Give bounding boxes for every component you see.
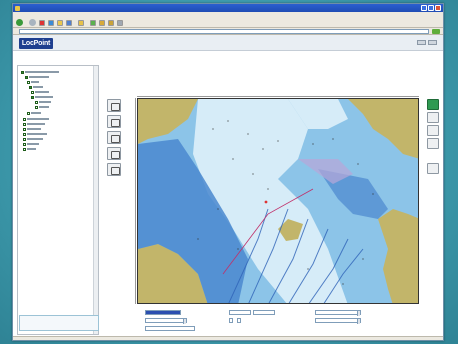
back-icon[interactable] bbox=[16, 19, 23, 26]
header-button[interactable] bbox=[417, 40, 426, 45]
form-row bbox=[313, 318, 361, 324]
print-tool-icon[interactable] bbox=[427, 163, 439, 174]
dropdown-field[interactable] bbox=[145, 318, 187, 324]
tree-item[interactable] bbox=[25, 75, 49, 79]
refresh-icon[interactable] bbox=[48, 19, 54, 26]
checkbox[interactable] bbox=[229, 318, 233, 323]
page-content: LocPoint bbox=[13, 35, 443, 340]
tree-item[interactable] bbox=[23, 122, 45, 126]
form-row bbox=[313, 310, 361, 316]
tree-item[interactable] bbox=[35, 105, 49, 109]
favorites-icon[interactable] bbox=[78, 19, 84, 26]
layer-icon bbox=[29, 85, 32, 89]
tree-item[interactable] bbox=[23, 132, 47, 136]
tree-item[interactable] bbox=[23, 147, 36, 151]
stop-icon[interactable] bbox=[39, 19, 45, 26]
form-row bbox=[143, 318, 187, 324]
go-button[interactable] bbox=[432, 28, 440, 34]
layer-icon bbox=[23, 142, 26, 146]
map-tools-right bbox=[427, 99, 439, 174]
text-field[interactable] bbox=[253, 310, 275, 315]
zoom-tool-icon[interactable] bbox=[427, 112, 439, 123]
layer-icon bbox=[23, 147, 26, 151]
sidebar-scrollbar[interactable] bbox=[93, 66, 98, 334]
tree-item[interactable] bbox=[35, 100, 51, 104]
text-field[interactable] bbox=[229, 310, 251, 315]
layer-icon bbox=[23, 132, 26, 136]
measure-tool-icon[interactable] bbox=[107, 163, 121, 176]
layer-icon bbox=[27, 80, 30, 84]
app-header: LocPoint bbox=[13, 35, 443, 51]
chevron-down-icon bbox=[357, 319, 360, 324]
legend-tool-icon[interactable] bbox=[427, 138, 439, 149]
layer-icon bbox=[23, 137, 26, 141]
tree-item[interactable] bbox=[27, 80, 39, 84]
dropdown-field[interactable] bbox=[315, 318, 361, 324]
form-row bbox=[227, 310, 275, 315]
layer-icon bbox=[31, 95, 34, 99]
media-icon[interactable] bbox=[90, 19, 96, 26]
form-row bbox=[143, 326, 195, 331]
tree-item[interactable] bbox=[29, 85, 43, 89]
layer-icon bbox=[35, 105, 38, 109]
dropdown-field[interactable] bbox=[315, 310, 361, 316]
zoom-in-tool-icon[interactable] bbox=[107, 99, 121, 112]
tree-item[interactable] bbox=[31, 95, 53, 99]
status-bar bbox=[13, 336, 443, 340]
form-row bbox=[227, 318, 243, 323]
tree-item[interactable] bbox=[23, 127, 41, 131]
tree-item[interactable] bbox=[23, 142, 39, 146]
tree-item[interactable] bbox=[31, 90, 49, 94]
window-titlebar bbox=[13, 4, 443, 12]
select-tool-icon[interactable] bbox=[107, 131, 121, 144]
header-button[interactable] bbox=[428, 40, 437, 45]
text-field[interactable] bbox=[145, 326, 195, 331]
browser-icon bbox=[15, 5, 20, 11]
chevron-down-icon bbox=[183, 319, 186, 324]
nautical-chart-map[interactable] bbox=[137, 98, 419, 304]
layer-icon bbox=[27, 111, 30, 115]
close-button[interactable] bbox=[435, 5, 441, 11]
address-input[interactable] bbox=[19, 28, 429, 34]
tree-item[interactable] bbox=[21, 70, 59, 74]
layer-icon bbox=[35, 100, 38, 104]
map-tools-left bbox=[107, 99, 121, 176]
form-row bbox=[143, 310, 181, 315]
mail-icon[interactable] bbox=[108, 19, 114, 26]
layer-icon bbox=[31, 90, 34, 94]
layer-icon bbox=[23, 122, 26, 126]
home-icon[interactable] bbox=[57, 19, 63, 26]
layer-icon bbox=[23, 117, 26, 121]
print-icon[interactable] bbox=[117, 19, 123, 26]
tree-item[interactable] bbox=[27, 111, 41, 115]
search-icon[interactable] bbox=[66, 19, 72, 26]
history-icon[interactable] bbox=[99, 19, 105, 26]
position-marker bbox=[264, 200, 268, 204]
tree-item[interactable] bbox=[23, 137, 43, 141]
chart-drawing bbox=[138, 99, 418, 303]
minimize-button[interactable] bbox=[421, 5, 427, 11]
header-buttons bbox=[417, 40, 437, 45]
chevron-down-icon bbox=[357, 311, 360, 316]
browser-toolbar bbox=[13, 18, 443, 28]
brand-logo bbox=[19, 315, 99, 331]
tree-item[interactable] bbox=[23, 117, 49, 121]
maximize-button[interactable] bbox=[428, 5, 434, 11]
layer-icon bbox=[25, 75, 28, 79]
layer-icon bbox=[21, 70, 24, 74]
layers-tool-icon[interactable] bbox=[427, 99, 439, 110]
pan-tool-icon[interactable] bbox=[107, 115, 121, 128]
locpoint-logo: LocPoint bbox=[19, 38, 53, 49]
map-ruler-left bbox=[134, 98, 136, 304]
map-ruler-top bbox=[137, 95, 419, 97]
info-tool-icon[interactable] bbox=[107, 147, 121, 160]
checkbox[interactable] bbox=[237, 318, 241, 323]
layer-tree-panel bbox=[17, 65, 99, 335]
forward-icon[interactable] bbox=[29, 19, 36, 26]
overview-tool-icon[interactable] bbox=[427, 125, 439, 136]
layer-icon bbox=[23, 127, 26, 131]
address-bar bbox=[13, 28, 443, 35]
browser-window: LocPoint bbox=[12, 3, 444, 341]
select-field[interactable] bbox=[145, 310, 181, 315]
